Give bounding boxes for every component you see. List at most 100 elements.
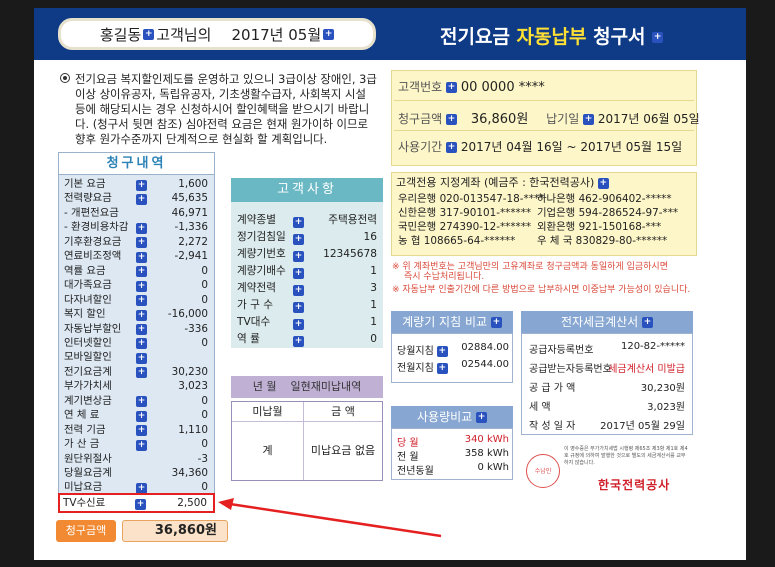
plus-icon[interactable]: + (136, 367, 147, 379)
plus-icon[interactable]: + (136, 280, 147, 292)
billing-row: 자동납부할인 + -336 (62, 323, 212, 335)
customer-name-box: 홍길동 + 고객님의 2017년 05월 + (58, 18, 376, 50)
tax-row: 공급받는자등록번호 세금계산서 미발급 (529, 360, 689, 375)
customer-info-row: 정기검침일 +16 (237, 229, 379, 245)
billing-label: 다자녀할인 (64, 293, 112, 306)
meter-label: 당월지침 (397, 346, 434, 357)
billing-title: 청구내역 (59, 153, 214, 175)
plus-icon[interactable]: + (136, 251, 147, 263)
billing-value: 0 (201, 336, 208, 349)
plus-icon[interactable]: + (597, 177, 609, 189)
plus-icon[interactable]: + (293, 216, 304, 228)
customer-info-label: 계약종별 (237, 214, 276, 226)
billing-row: 인터넷할인 +0 (62, 337, 212, 350)
bank-account: 외환은행 921-150168-*** (537, 218, 661, 233)
billing-value: 2,272 (178, 235, 208, 248)
tax-value: 120-82-***** (620, 341, 685, 352)
tax-value: 3,023원 (647, 402, 685, 413)
billing-label: 원단위절사 (64, 452, 112, 465)
plus-icon[interactable]: + (293, 335, 304, 347)
plus-icon[interactable]: + (652, 32, 664, 43)
bank-account: 농 협 108665-64-****** (398, 232, 515, 247)
billing-value: 1,110 (178, 423, 208, 436)
billing-value: 3,023 (178, 380, 208, 393)
tax-value: 세금계산서 미발급 (608, 364, 685, 375)
customer-info-row: 계량기번호 +12345678 (237, 246, 379, 262)
plus-icon[interactable]: + (436, 345, 448, 357)
amount-row: 청구금액 + 36,860원 납기일 + 2017년 06월 05일 (398, 112, 700, 127)
plus-icon[interactable]: + (136, 425, 147, 437)
customer-info-value: 주택용전력 (328, 214, 377, 226)
receipt-stamp: 수납인 (526, 454, 560, 488)
plus-icon[interactable]: + (136, 338, 147, 350)
billing-value: 0 (201, 279, 208, 292)
plus-icon[interactable]: + (136, 309, 147, 321)
plus-icon[interactable]: + (136, 439, 147, 451)
billing-value: -1,336 (174, 221, 209, 234)
plus-icon[interactable]: + (446, 82, 457, 93)
plus-icon[interactable]: + (293, 250, 304, 262)
billing-row: 역률 요금 +0 (62, 265, 212, 278)
plus-icon[interactable]: + (293, 233, 304, 245)
page-title: 전기요금 자동납부 청구서 + (440, 26, 664, 48)
plus-icon[interactable]: + (323, 28, 335, 40)
plus-icon[interactable]: + (143, 28, 155, 40)
plus-icon[interactable]: + (446, 142, 457, 153)
customer-number: 00 0000 **** (460, 80, 545, 95)
billing-label: 인터넷할인 (64, 336, 112, 349)
plus-icon[interactable]: + (136, 396, 147, 408)
customer-info-label: 가 구 수 (237, 299, 273, 311)
plus-icon[interactable]: + (136, 295, 147, 307)
plus-icon[interactable]: + (293, 284, 304, 296)
billing-label: 모바일할인 (64, 351, 112, 364)
customer-info-row: 가 구 수 +1 (237, 297, 379, 313)
usage-row: 전년동월 0 kWh (397, 462, 509, 477)
plus-icon[interactable]: + (136, 324, 147, 335)
customer-info-row: TV대수 +1 (237, 314, 379, 330)
plus-icon[interactable]: + (135, 498, 146, 510)
plus-icon[interactable]: + (642, 317, 654, 328)
plus-icon[interactable]: + (293, 318, 304, 330)
plus-icon[interactable]: + (136, 410, 147, 422)
customer-info-label: 계약전력 (237, 282, 276, 294)
plus-icon[interactable]: + (136, 179, 147, 191)
tax-label: 공 급 가 액 (529, 383, 576, 394)
billing-label: 부가가치세 (64, 380, 112, 393)
meter-title: 계량기 지침 비교 + (391, 311, 513, 333)
summary-amount: 36,860원 (470, 112, 529, 127)
customer-info-value: 1 (370, 299, 377, 311)
billing-label: 전력량요금 (64, 192, 112, 205)
plus-icon[interactable]: + (136, 352, 147, 364)
plus-icon[interactable]: + (476, 412, 488, 423)
plus-icon[interactable]: + (136, 193, 147, 205)
plus-icon[interactable]: + (583, 114, 595, 125)
bank-name: 농 협 (398, 235, 421, 247)
account-number: 108665-64-****** (423, 235, 516, 247)
billing-label: 기후환경요금 (64, 235, 122, 248)
customer-info-label: TV대수 (237, 316, 271, 328)
bank-name: 우 체 국 (537, 235, 573, 247)
plus-icon[interactable]: + (136, 266, 147, 278)
arrears-title: 년 월 일현재미납내역 (231, 376, 383, 398)
arrears-total-value: 미납요금 없음 (310, 444, 376, 457)
customer-info-value: 12345678 (323, 248, 377, 260)
plus-icon[interactable]: + (293, 301, 304, 313)
billing-value: -2,941 (174, 250, 209, 263)
bill-month: 2017년 05월 (231, 25, 322, 44)
billing-label: 전력 기금 (64, 423, 106, 436)
plus-icon[interactable]: + (136, 222, 147, 234)
usage-title: 사용량비교 + (391, 406, 513, 428)
plus-icon[interactable]: + (446, 114, 457, 125)
plus-icon[interactable]: + (436, 362, 448, 374)
plus-icon[interactable]: + (136, 237, 147, 249)
billing-value: -3 (197, 452, 208, 465)
billing-label: - 환경비용차감 (64, 221, 129, 234)
billing-label: 당월요금계 (64, 467, 112, 479)
bank-account: 우 체 국 830829-80-****** (537, 232, 667, 247)
plus-icon[interactable]: + (490, 317, 502, 328)
plus-icon[interactable]: + (293, 267, 304, 279)
customer-name: 홍길동 (99, 25, 142, 44)
kepco-logo: 한국전력공사 (598, 478, 671, 492)
billing-label: 복지 할인 (64, 308, 106, 321)
usage-value: 0 kWh (477, 462, 509, 473)
